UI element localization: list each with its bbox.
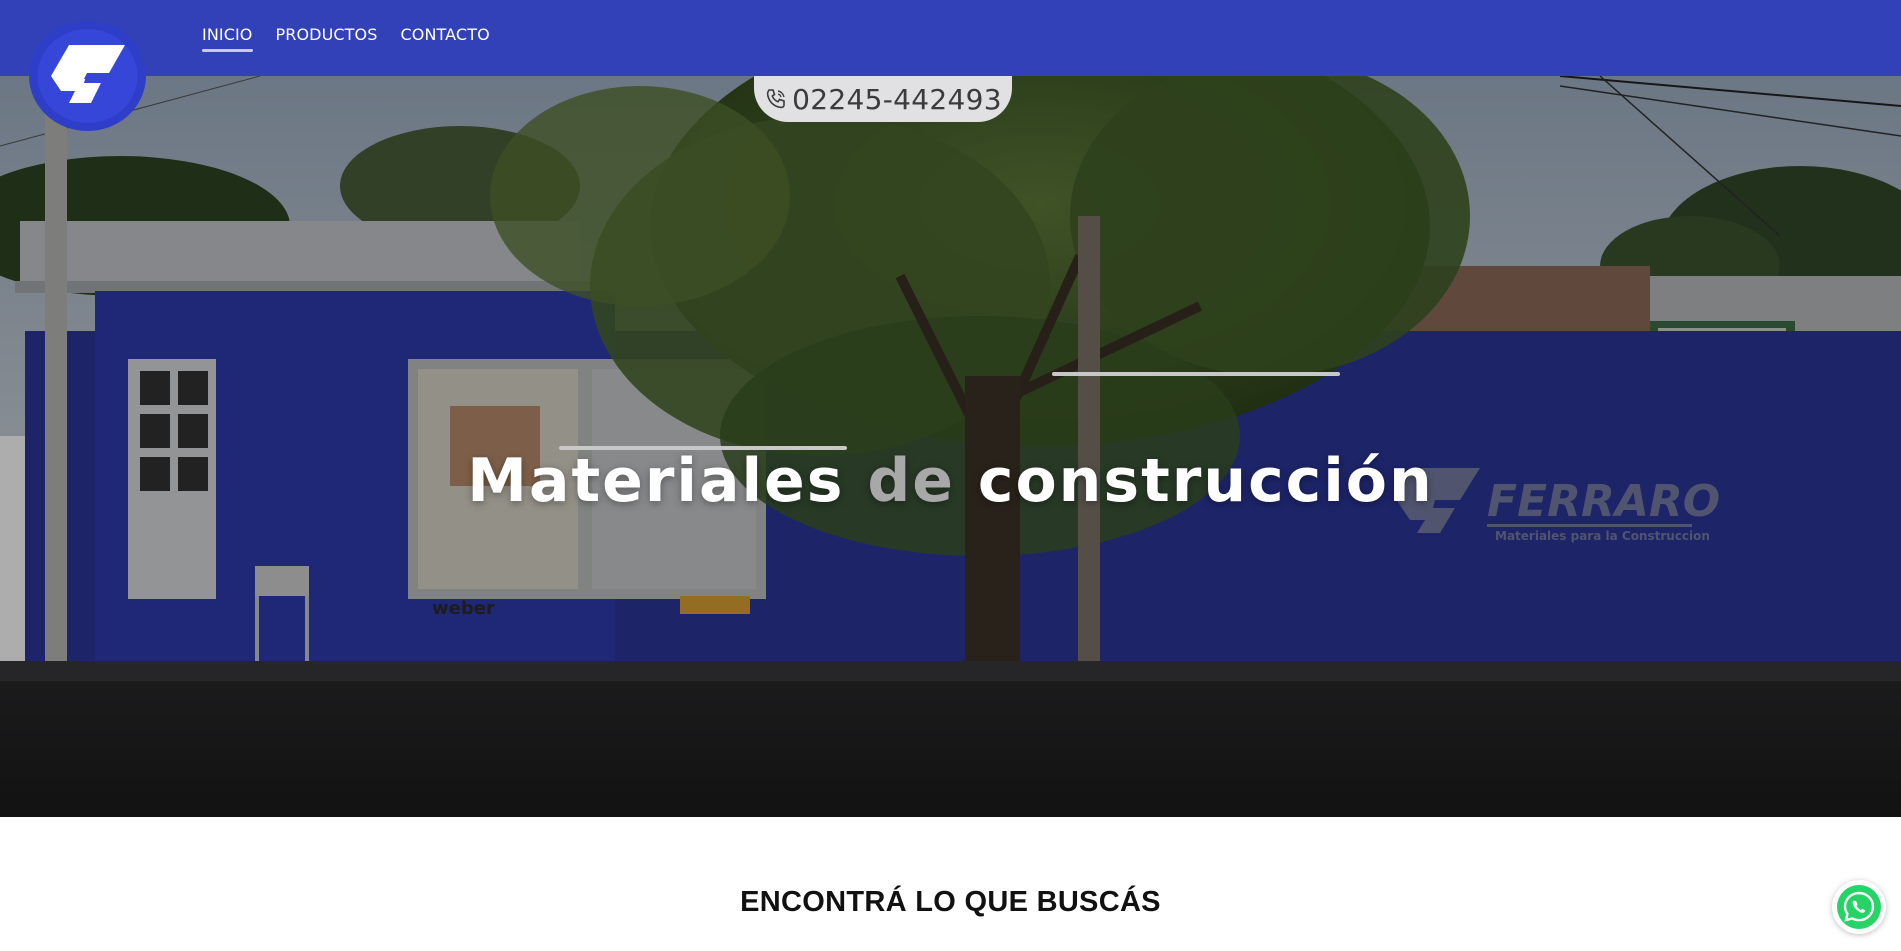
nav-links: INICIO PRODUCTOS CONTACTO: [202, 25, 490, 52]
hero-title-part1: Materiales: [467, 446, 868, 516]
hero-title: Materiales de construcción: [0, 446, 1901, 516]
hero-title-overline: [1052, 372, 1340, 376]
phone-icon: [766, 89, 785, 109]
whatsapp-button[interactable]: [1832, 880, 1886, 934]
phone-tab[interactable]: 02245-442493: [754, 76, 1012, 122]
section-title: ENCONTRÁ LO QUE BUSCÁS: [740, 886, 1161, 918]
phone-number: 02245-442493: [792, 82, 1002, 116]
hero-title-part2: de: [867, 446, 955, 516]
hero-title-part3: construcción: [955, 446, 1434, 516]
hero-banner: weber FERRARO Materiales para la Constru…: [0, 76, 1901, 817]
nav-link-contacto[interactable]: CONTACTO: [401, 25, 490, 48]
hero-title-underline: [559, 446, 847, 450]
ferraro-logo[interactable]: [29, 21, 146, 131]
whatsapp-icon: [1837, 885, 1881, 929]
nav-link-productos[interactable]: PRODUCTOS: [276, 25, 378, 48]
nav-link-inicio[interactable]: INICIO: [202, 25, 253, 52]
top-navbar: INICIO PRODUCTOS CONTACTO: [0, 0, 1901, 76]
ferraro-logo-icon: [29, 21, 146, 131]
